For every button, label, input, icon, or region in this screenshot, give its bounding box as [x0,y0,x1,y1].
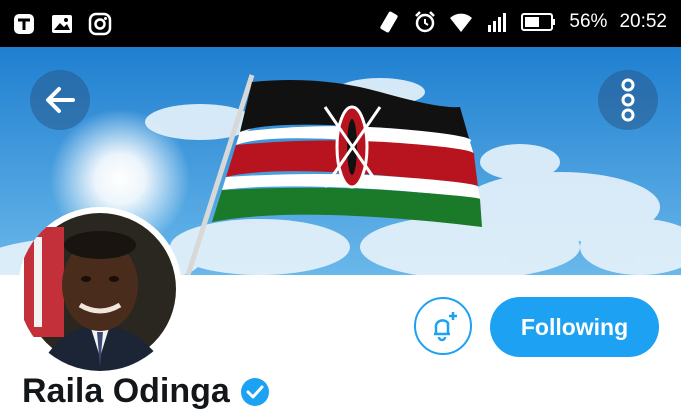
battery-percent: 56% [569,11,608,32]
signal-icon [488,13,507,32]
more-vertical-icon [621,78,635,122]
verified-badge-icon [240,377,269,406]
battery-icon [521,13,556,31]
notify-button[interactable] [414,297,472,355]
bell-plus-icon [434,312,457,342]
clock-time: 20:52 [619,11,667,32]
profile-name-row: Raila Odinga [22,372,270,411]
arrow-left-icon [46,87,75,113]
back-button[interactable] [30,70,90,130]
alarm-icon [415,11,436,33]
vibrate-icon [380,11,399,33]
app-icon [14,14,34,34]
avatar[interactable] [18,207,182,371]
wifi-icon [450,13,473,32]
status-bar: 56% 20:52 [0,0,681,47]
profile-name: Raila Odinga [22,372,230,410]
more-options-button[interactable] [598,70,658,130]
gallery-icon [52,15,72,33]
following-button[interactable]: Following [490,297,659,357]
instagram-icon [88,12,112,36]
